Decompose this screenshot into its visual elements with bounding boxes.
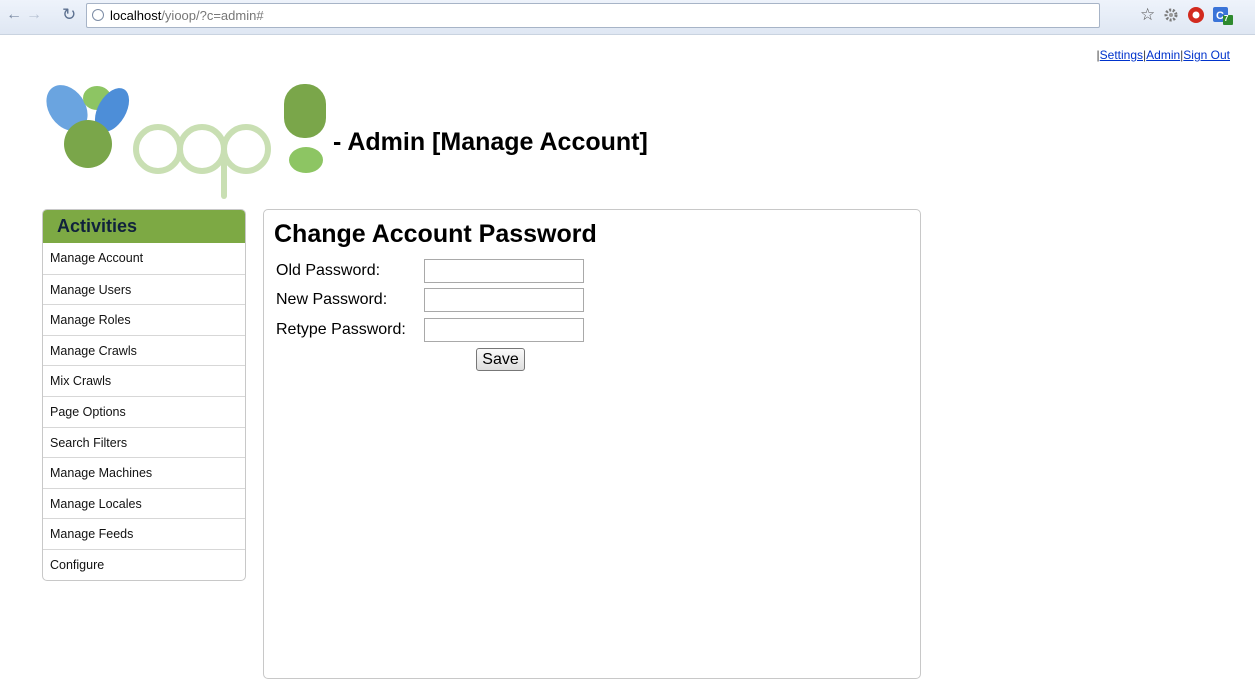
main-panel: Change Account Password Old Password: Ne… <box>263 209 921 679</box>
sidebar-item-mix-crawls[interactable]: Mix Crawls <box>43 365 245 396</box>
retype-password-label: Retype Password: <box>276 321 406 338</box>
old-password-label: Old Password: <box>276 262 381 279</box>
sidebar-item-page-options[interactable]: Page Options <box>43 395 245 427</box>
sidebar-item-manage-users[interactable]: Manage Users <box>43 273 245 305</box>
sidebar-item-search-filters[interactable]: Search Filters <box>43 426 245 458</box>
address-bar[interactable]: localhost/yioop/?c=admin# <box>86 3 1100 28</box>
browser-toolbar: ← → ↻ localhost/yioop/?c=admin# ☆ C 7 <box>0 0 1255 35</box>
star-icon[interactable]: ☆ <box>1140 5 1155 25</box>
top-links: |Settings|Admin|Sign Out <box>1097 48 1230 62</box>
gear-icon[interactable] <box>1162 6 1180 29</box>
settings-link[interactable]: Settings <box>1100 48 1143 62</box>
old-password-field[interactable] <box>424 259 584 283</box>
activities-sidebar: Activities Manage Account Manage Users M… <box>42 209 246 581</box>
retype-password-field[interactable] <box>424 318 584 342</box>
save-button[interactable]: Save <box>476 348 525 371</box>
url-host: localhost <box>110 8 162 23</box>
back-arrow-icon[interactable]: ← <box>6 6 22 24</box>
sign-out-link[interactable]: Sign Out <box>1183 48 1230 62</box>
sidebar-item-manage-locales[interactable]: Manage Locales <box>43 487 245 519</box>
sidebar-item-manage-machines[interactable]: Manage Machines <box>43 457 245 488</box>
sidebar-item-manage-feeds[interactable]: Manage Feeds <box>43 518 245 549</box>
new-password-field[interactable] <box>424 288 584 312</box>
admin-link[interactable]: Admin <box>1146 48 1180 62</box>
sidebar-title: Activities <box>43 210 245 243</box>
reload-icon[interactable]: ↻ <box>62 5 76 25</box>
page-info-icon[interactable] <box>92 9 104 21</box>
sidebar-item-configure[interactable]: Configure <box>43 548 245 580</box>
new-password-label: New Password: <box>276 291 388 308</box>
url-text[interactable]: localhost/yioop/?c=admin# <box>110 8 264 23</box>
forward-arrow-icon[interactable]: → <box>26 6 42 24</box>
section-title: Change Account Password <box>274 220 597 248</box>
page-title: - Admin [Manage Account] <box>333 128 648 156</box>
extension-badge-count: 7 <box>1224 14 1229 23</box>
sidebar-item-manage-crawls[interactable]: Manage Crawls <box>43 334 245 366</box>
site-logo[interactable] <box>40 72 330 207</box>
svg-text:C: C <box>1216 10 1224 22</box>
extension-badge-icon[interactable]: C <box>1212 6 1234 31</box>
sidebar-item-manage-roles[interactable]: Manage Roles <box>43 304 245 335</box>
url-path: /yioop/?c=admin# <box>161 8 264 23</box>
sidebar-item-manage-account[interactable]: Manage Account <box>43 243 245 274</box>
opera-stop-icon[interactable] <box>1187 6 1205 29</box>
